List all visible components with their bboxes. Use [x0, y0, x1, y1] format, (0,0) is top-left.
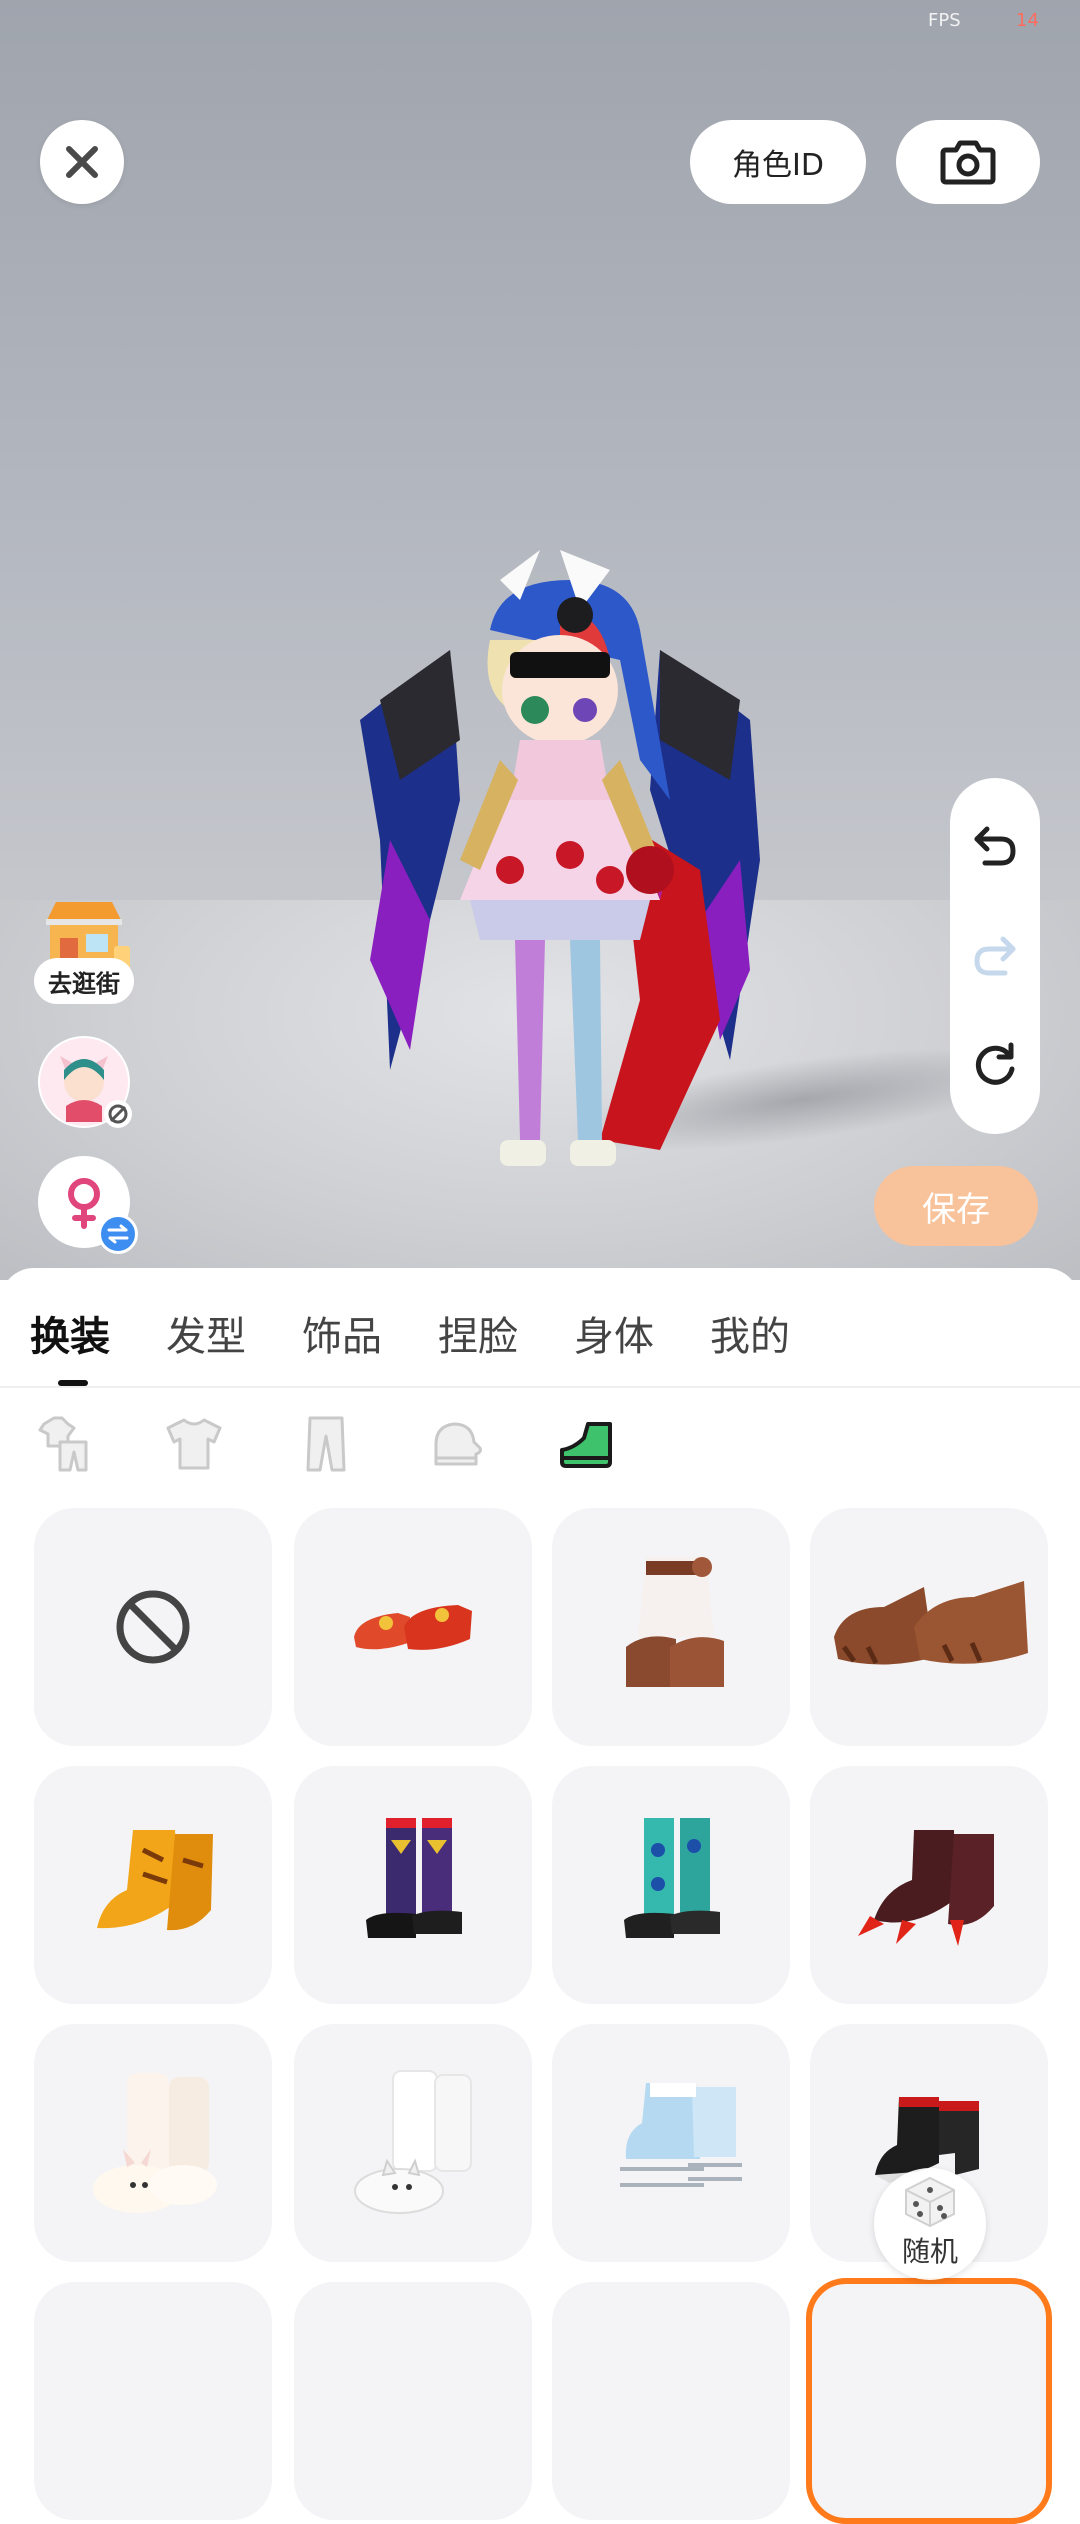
- avatar-button[interactable]: [38, 1036, 132, 1128]
- item-yellow-claw-boots[interactable]: [34, 1766, 272, 2004]
- go-shopping-label-bg: 去逛街: [34, 958, 134, 1004]
- camera-icon: [940, 140, 996, 185]
- eye-off-icon: [108, 1104, 128, 1124]
- tabs-divider: [0, 1386, 1080, 1388]
- item-ice-skates[interactable]: [552, 2024, 790, 2262]
- hide-badge: [104, 1100, 132, 1128]
- glove-icon: [434, 1422, 482, 1466]
- item-red-claw-feet[interactable]: [810, 1766, 1048, 2004]
- item-teal-socks-shoes[interactable]: [552, 1766, 790, 2004]
- save-label: 保存: [922, 1189, 990, 1230]
- category-tabs: 换装 发型 饰品 捏脸 身体 我的: [0, 1268, 1080, 1388]
- go-shopping-button[interactable]: 去逛街: [34, 894, 134, 1010]
- item-bunny-slippers[interactable]: [34, 2024, 272, 2262]
- item-row4-4-selected[interactable]: [806, 2278, 1052, 2524]
- outfit-set-icon: [38, 1416, 88, 1472]
- close-icon: [66, 146, 98, 178]
- redo-button[interactable]: [950, 910, 1040, 1000]
- redo-icon: [974, 936, 1016, 976]
- item-cat-slippers[interactable]: [294, 2024, 532, 2262]
- subcategory-bar: [0, 1408, 1080, 1488]
- paw-feet-icon: [834, 1581, 1028, 1665]
- reset-button[interactable]: [950, 1020, 1040, 1110]
- subcat-bottoms[interactable]: [290, 1408, 362, 1480]
- character-viewport[interactable]: FPS 14 角色ID 去逛街 保存: [0, 0, 1080, 1280]
- yellow-claw-boots-icon: [97, 1830, 213, 1931]
- close-button[interactable]: [40, 120, 124, 204]
- red-claw-feet-icon: [858, 1830, 994, 1946]
- fur-boots-icon: [626, 1557, 724, 1687]
- item-paw-feet[interactable]: [810, 1508, 1048, 1746]
- go-shopping-label: 去逛街: [48, 969, 120, 998]
- undo-button[interactable]: [950, 800, 1040, 890]
- none-icon: [116, 1590, 190, 1664]
- item-row4-3[interactable]: [552, 2282, 790, 2520]
- swap-badge: [98, 1214, 138, 1254]
- cat-slippers-icon: [354, 2070, 472, 2214]
- pants-icon: [306, 1416, 346, 1472]
- dice-icon: [905, 2176, 955, 2228]
- fps-label: FPS: [928, 10, 961, 31]
- item-fur-boots[interactable]: [552, 1508, 790, 1746]
- random-button[interactable]: 随机: [874, 2168, 986, 2280]
- role-id-button[interactable]: 角色ID: [690, 120, 866, 204]
- random-label: 随机: [901, 2235, 958, 2268]
- item-argyle-socks-shoes[interactable]: [294, 1766, 532, 2004]
- swap-icon: [107, 1224, 129, 1244]
- teal-socks-shoes-icon: [624, 1818, 720, 1938]
- shirt-icon: [166, 1418, 222, 1470]
- reset-icon: [975, 1042, 1015, 1085]
- fps-counter: FPS 14: [920, 10, 1080, 36]
- bunny-slippers-icon: [93, 2073, 217, 2213]
- argyle-socks-shoes-icon: [366, 1818, 462, 1938]
- subcat-gloves[interactable]: [420, 1408, 492, 1480]
- character-avatar[interactable]: [340, 540, 780, 1200]
- item-none[interactable]: [34, 1508, 272, 1746]
- item-row4-1[interactable]: [34, 2282, 272, 2520]
- tab-accessories[interactable]: 饰品: [302, 1304, 382, 1362]
- tab-face[interactable]: 捏脸: [438, 1304, 518, 1362]
- subcat-shoes[interactable]: [550, 1408, 622, 1480]
- fps-value: 14: [1016, 10, 1039, 31]
- tab-outfit[interactable]: 换装: [30, 1304, 110, 1362]
- gender-switch-button[interactable]: [38, 1156, 138, 1254]
- camera-button[interactable]: [896, 120, 1040, 204]
- tab-hairstyle[interactable]: 发型: [166, 1304, 246, 1362]
- shoe-icon: [560, 1422, 612, 1468]
- subcat-tops[interactable]: [158, 1408, 230, 1480]
- tab-mine[interactable]: 我的: [710, 1304, 790, 1362]
- tab-body[interactable]: 身体: [574, 1304, 654, 1362]
- edit-controls: [950, 778, 1040, 1134]
- subcat-outfit-set[interactable]: [30, 1408, 102, 1480]
- save-button[interactable]: 保存: [874, 1166, 1038, 1246]
- red-flat-shoes-icon: [354, 1605, 472, 1650]
- item-row4-2[interactable]: [294, 2282, 532, 2520]
- undo-icon: [974, 826, 1016, 866]
- role-id-label: 角色ID: [732, 148, 824, 183]
- ice-skates-icon: [620, 2083, 742, 2187]
- item-red-flat-shoes[interactable]: [294, 1508, 532, 1746]
